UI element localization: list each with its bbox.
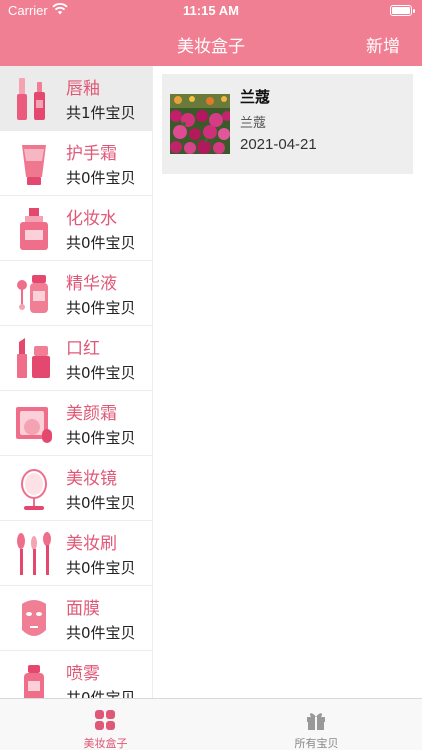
category-name: 美颜霜 [66,404,117,424]
status-bar: Carrier 11:15 AM [0,0,422,22]
lip-glaze-icon [17,78,45,120]
category-count: 共1件宝贝 [66,104,136,122]
page-title: 美妆盒子 [177,37,245,57]
item-photo [170,94,230,154]
gift-icon [307,713,325,730]
category-sidebar[interactable]: 唇釉 共1件宝贝 护手霜 共0件宝贝 化妆水 共0件宝贝 精华液 共0件宝贝 口… [0,66,152,698]
category-name: 美妆刷 [66,534,117,554]
item-date: 2021-04-21 [240,136,317,153]
tab-bar: 美妆盒子 所有宝贝 [0,698,422,750]
category-name: 唇釉 [66,79,100,99]
brush-icon [17,532,51,575]
category-row-spray[interactable]: 喷雾 共0件宝贝 [0,651,152,698]
category-name: 美妆镜 [66,469,117,489]
category-name: 精华液 [66,274,117,294]
category-count: 共0件宝贝 [66,624,136,642]
category-count: 共0件宝贝 [66,689,136,698]
clock: 11:15 AM [183,3,239,18]
category-name: 喷雾 [66,664,100,684]
category-name: 护手霜 [66,144,117,164]
item-desc: 兰蔻 [240,116,267,131]
category-count: 共0件宝贝 [66,559,136,577]
hand-cream-icon [22,145,46,185]
category-name: 面膜 [66,599,100,619]
category-name: 口红 [66,339,100,359]
category-row-mirror[interactable]: 美妆镜 共0件宝贝 [0,456,152,521]
category-row-lipstick[interactable]: 口红 共0件宝贝 [0,326,152,391]
lipstick-icon [17,338,50,378]
category-count: 共0件宝贝 [66,494,136,512]
grid-icon [95,710,115,730]
compact-icon [16,407,52,443]
category-count: 共0件宝贝 [66,234,136,252]
category-row-hand-cream[interactable]: 护手霜 共0件宝贝 [0,131,152,196]
toner-bottle-icon [20,208,48,250]
category-count: 共0件宝贝 [66,299,136,317]
category-count: 共0件宝贝 [66,429,136,447]
category-count: 共0件宝贝 [66,169,136,187]
serum-icon [17,275,48,313]
battery-icon [390,5,415,16]
category-row-toner[interactable]: 化妆水 共0件宝贝 [0,196,152,261]
tab-all-items[interactable]: 所有宝贝 [211,699,422,750]
category-count: 共0件宝贝 [66,364,136,382]
item-brand: 兰蔻 [240,88,271,106]
tab-label: 美妆盒子 [83,737,128,750]
item-card[interactable]: 兰蔻 兰蔻 2021-04-21 [162,74,413,174]
category-row-serum[interactable]: 精华液 共0件宝贝 [0,261,152,326]
category-row-lip-glaze[interactable]: 唇釉 共1件宝贝 [0,66,152,131]
category-name: 化妆水 [66,209,117,229]
mirror-icon [21,469,47,510]
tab-label: 所有宝贝 [294,737,339,750]
add-button[interactable]: 新增 [366,32,400,57]
header: Carrier 11:15 AM 美妆盒子 新增 [0,0,422,66]
face-mask-icon [22,600,46,636]
category-row-brush[interactable]: 美妆刷 共0件宝贝 [0,521,152,586]
category-row-cream[interactable]: 美颜霜 共0件宝贝 [0,391,152,456]
category-row-face-mask[interactable]: 面膜 共0件宝贝 [0,586,152,651]
tab-makeup-box[interactable]: 美妆盒子 [0,699,211,750]
items-panel: 兰蔻 兰蔻 2021-04-21 [153,66,422,698]
spray-icon [24,665,44,698]
